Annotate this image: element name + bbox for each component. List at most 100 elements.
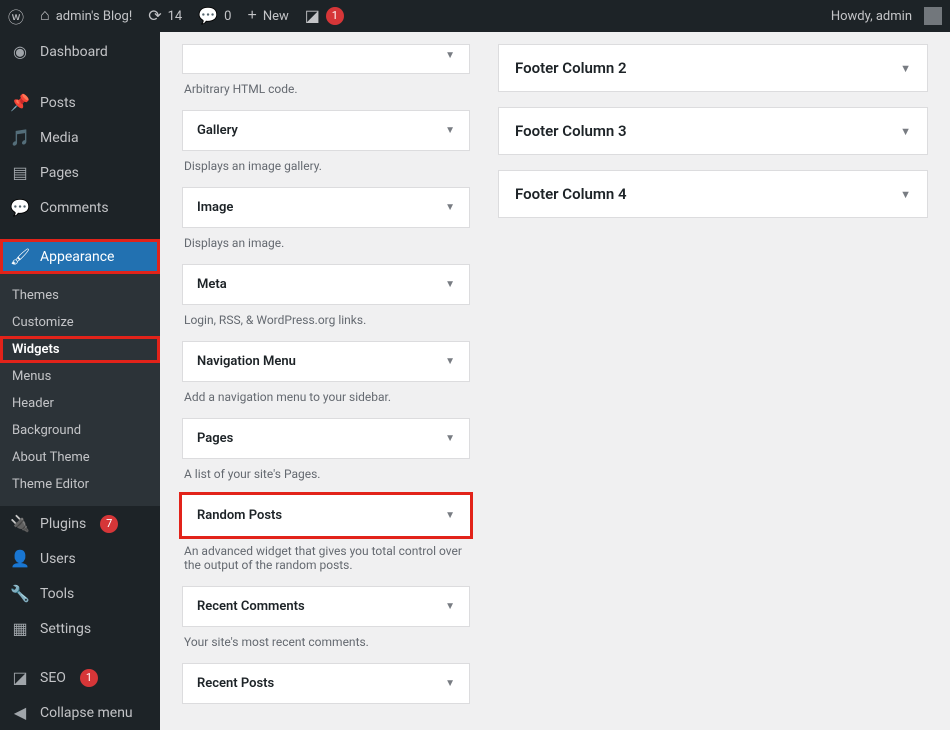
menu-dashboard[interactable]: ◉Dashboard <box>0 32 160 71</box>
widget-area[interactable]: Footer Column 3 ▼ <box>498 107 928 155</box>
new-label: New <box>263 9 289 24</box>
menu-label: Users <box>40 551 76 567</box>
widget-item[interactable]: ▼ <box>182 44 470 74</box>
comments-link[interactable]: 💬0 <box>190 0 239 32</box>
howdy-text: Howdy, admin <box>831 9 912 24</box>
appearance-submenu: Themes Customize Widgets Menus Header Ba… <box>0 274 160 506</box>
menu-separator <box>0 71 160 85</box>
seo-badge: 1 <box>80 669 98 687</box>
site-link[interactable]: ⌂ admin's Blog! <box>32 0 140 32</box>
menu-label: Comments <box>40 200 109 216</box>
menu-label: Posts <box>40 95 76 111</box>
menu-separator <box>0 225 160 239</box>
submenu-menus[interactable]: Menus <box>0 363 160 390</box>
menu-posts[interactable]: 📌 Posts <box>0 85 160 120</box>
chevron-down-icon: ▼ <box>445 356 455 367</box>
chevron-down-icon: ▼ <box>900 62 911 75</box>
widget-area[interactable]: Footer Column 4 ▼ <box>498 170 928 218</box>
chevron-down-icon: ▼ <box>900 125 911 138</box>
widget-title: Recent Posts <box>197 676 274 691</box>
admin-toolbar: ⓦ ⌂admin's Blog! ⟳14 💬0 +New ◪1 Howdy, a… <box>0 0 950 32</box>
pin-icon: 📌 <box>10 93 30 112</box>
menu-label: Dashboard <box>40 44 108 60</box>
updates-link[interactable]: ⟳14 <box>140 0 190 32</box>
submenu-customize[interactable]: Customize <box>0 309 160 336</box>
submenu-theme-editor[interactable]: Theme Editor <box>0 471 160 498</box>
chevron-down-icon: ▼ <box>445 601 455 612</box>
submenu-background[interactable]: Background <box>0 417 160 444</box>
plugins-badge: 7 <box>100 515 118 533</box>
site-name: admin's Blog! <box>56 9 133 24</box>
submenu-header[interactable]: Header <box>0 390 160 417</box>
chevron-down-icon: ▼ <box>445 202 455 213</box>
widget-area[interactable]: Footer Column 2 ▼ <box>498 44 928 92</box>
menu-label: Appearance <box>40 249 114 265</box>
widget-item[interactable]: Image ▼ <box>182 187 470 228</box>
chevron-down-icon: ▼ <box>445 125 455 136</box>
menu-comments[interactable]: 💬 Comments <box>0 190 160 225</box>
menu-settings[interactable]: ▦ Settings <box>0 611 160 646</box>
new-link[interactable]: +New <box>239 0 296 32</box>
menu-appearance[interactable]: 🖌Appearance <box>0 239 160 274</box>
widget-title: Meta <box>197 277 227 292</box>
widget-item[interactable]: Recent Comments ▼ <box>182 586 470 627</box>
menu-pages[interactable]: ▤Pages <box>0 155 160 190</box>
submenu-about-theme[interactable]: About Theme <box>0 444 160 471</box>
content-area: ▼ Arbitrary HTML code. Gallery ▼ Display… <box>160 32 950 730</box>
collapse-menu[interactable]: ◀ Collapse menu <box>0 695 160 730</box>
toolbar-left: ⓦ ⌂admin's Blog! ⟳14 💬0 +New ◪1 <box>0 0 352 32</box>
seo-tb-icon: ◪ <box>305 6 320 26</box>
account-link[interactable]: Howdy, admin <box>823 0 950 32</box>
widget-title: Navigation Menu <box>197 354 296 369</box>
widget-description: A list of your site's Pages. <box>184 467 468 481</box>
menu-label: Pages <box>40 165 79 181</box>
collapse-icon: ◀ <box>10 703 30 722</box>
media-icon: 🎵 <box>10 128 30 147</box>
menu-label: SEO <box>40 670 66 686</box>
users-icon: 👤 <box>10 549 30 568</box>
menu-label: Media <box>40 130 79 146</box>
widget-item[interactable]: Recent Posts ▼ <box>182 663 470 704</box>
menu-label: Collapse menu <box>40 705 133 721</box>
menu-label: Tools <box>40 586 74 602</box>
menu-media[interactable]: 🎵 Media <box>0 120 160 155</box>
widget-description: Login, RSS, & WordPress.org links. <box>184 313 468 327</box>
menu-label: Plugins <box>40 516 86 532</box>
comment-menu-icon: 💬 <box>10 198 30 217</box>
toolbar-right: Howdy, admin <box>823 0 950 32</box>
widget-item[interactable]: Meta ▼ <box>182 264 470 305</box>
wp-logo[interactable]: ⓦ <box>0 0 32 32</box>
menu-tools[interactable]: 🔧 Tools <box>0 576 160 611</box>
menu-plugins[interactable]: 🔌Plugins7 <box>0 506 160 541</box>
area-title: Footer Column 2 <box>515 59 627 77</box>
menu-users[interactable]: 👤 Users <box>0 541 160 576</box>
settings-icon: ▦ <box>10 619 30 638</box>
available-widgets-column: ▼ Arbitrary HTML code. Gallery ▼ Display… <box>182 44 470 730</box>
chevron-down-icon: ▼ <box>445 433 455 444</box>
widget-description: Add a navigation menu to your sidebar. <box>184 390 468 404</box>
widget-title: Gallery <box>197 123 238 138</box>
widget-item[interactable]: Random Posts ▼ <box>182 495 470 536</box>
menu-label: Settings <box>40 621 91 637</box>
widget-title: Pages <box>197 431 233 446</box>
wordpress-icon: ⓦ <box>8 4 24 28</box>
submenu-themes[interactable]: Themes <box>0 282 160 309</box>
chevron-down-icon: ▼ <box>445 510 455 521</box>
admin-menu: ◉Dashboard 📌 Posts 🎵 Media ▤Pages 💬 Comment… <box>0 32 160 730</box>
comments-count: 0 <box>224 9 231 24</box>
seo-toolbar[interactable]: ◪1 <box>297 0 352 32</box>
menu-seo[interactable]: ◪SEO1 <box>0 660 160 695</box>
submenu-widgets[interactable]: Widgets <box>0 336 160 363</box>
widget-item[interactable]: Navigation Menu ▼ <box>182 341 470 382</box>
comment-icon: 💬 <box>198 6 218 26</box>
widget-item[interactable]: Gallery ▼ <box>182 110 470 151</box>
tools-icon: 🔧 <box>10 584 30 603</box>
widget-areas-column: Footer Column 2 ▼ Footer Column 3 ▼ Foot… <box>498 44 928 730</box>
chevron-down-icon: ▼ <box>445 678 455 689</box>
area-title: Footer Column 4 <box>515 185 627 203</box>
area-title: Footer Column 3 <box>515 122 627 140</box>
widget-item[interactable]: Pages ▼ <box>182 418 470 459</box>
updates-count: 14 <box>168 9 183 24</box>
widget-description: Arbitrary HTML code. <box>184 82 468 96</box>
home-icon: ⌂ <box>40 7 50 25</box>
